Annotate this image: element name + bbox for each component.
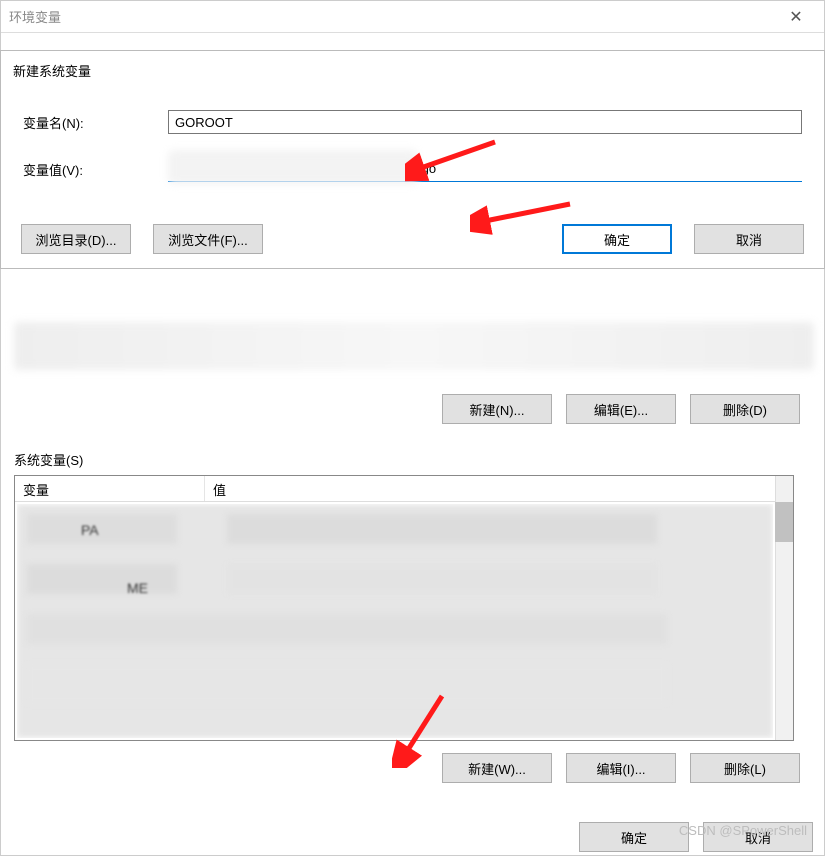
titlebar: 环境变量 ✕ [1,1,824,33]
user-delete-button[interactable]: 删除(D) [690,394,800,424]
var-name-label: 变量名(N): [23,113,168,132]
user-vars-blurred-area [14,322,814,370]
system-vars-button-row: 新建(W)... 编辑(I)... 删除(L) [14,741,814,789]
new-system-variable-dialog: 新建系统变量 变量名(N): 变量值(V): \go 浏览目录(D)... 浏览… [0,50,825,269]
col-header-value[interactable]: 值 [205,476,793,501]
scrollbar[interactable] [775,476,793,740]
system-edit-button[interactable]: 编辑(I)... [566,753,676,783]
watermark: CSDN @SPowerShell [679,823,807,838]
ok-button[interactable]: 确定 [562,224,672,254]
system-delete-button[interactable]: 删除(L) [690,753,800,783]
var-value-label: 变量值(V): [23,160,168,179]
table-header: 变量 值 [15,476,793,502]
var-value-visible-suffix: \go [418,161,436,176]
col-header-variable[interactable]: 变量 [15,476,205,501]
env-ok-button[interactable]: 确定 [579,822,689,852]
system-vars-blurred-rows: PA ME [17,504,773,738]
user-new-button[interactable]: 新建(N)... [442,394,552,424]
cancel-button[interactable]: 取消 [694,224,804,254]
browse-file-button[interactable]: 浏览文件(F)... [153,224,263,254]
browse-directory-button[interactable]: 浏览目录(D)... [21,224,131,254]
scrollbar-thumb[interactable] [775,502,793,542]
var-name-input[interactable] [168,110,802,134]
system-vars-table[interactable]: 变量 值 PA ME [14,475,794,741]
dialog-title: 新建系统变量 [1,51,824,84]
user-edit-button[interactable]: 编辑(E)... [566,394,676,424]
window-title: 环境变量 [9,7,61,26]
blurred-row-hint: PA [81,522,99,538]
system-vars-section-label: 系统变量(S) [14,450,814,469]
close-icon[interactable]: ✕ [776,7,816,27]
var-value-input[interactable]: \go [168,156,802,182]
system-new-button[interactable]: 新建(W)... [442,753,552,783]
user-vars-button-row: 新建(N)... 编辑(E)... 删除(D) [14,376,814,442]
env-vars-body: 新建(N)... 编辑(E)... 删除(D) 系统变量(S) 变量 值 PA … [14,322,814,789]
blurred-row-hint: ME [127,580,148,596]
